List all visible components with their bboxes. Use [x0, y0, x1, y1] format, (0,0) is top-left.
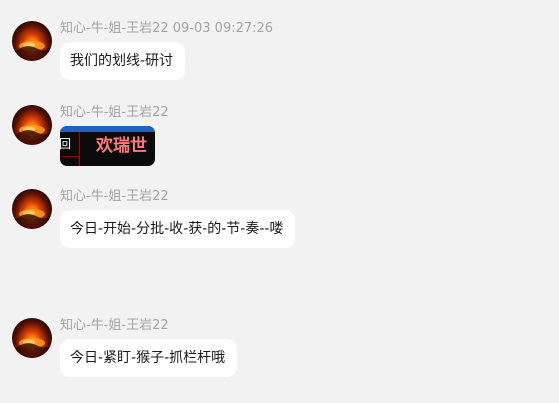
sender-avatar[interactable] [12, 189, 52, 229]
image-divider [60, 156, 80, 157]
message-text: 我们的划线-研讨 [70, 53, 174, 69]
image-divider [79, 132, 80, 166]
sender-avatar[interactable] [12, 21, 52, 61]
image-top-bar [60, 126, 155, 132]
sender-name: 知心-牛-姐-王岩22 [60, 189, 169, 204]
message-text: 今日-紧盯-猴子-抓栏杆哦 [70, 350, 226, 366]
message-bubble[interactable]: 今日-紧盯-猴子-抓栏杆哦 [60, 339, 238, 377]
sender-avatar[interactable] [12, 105, 52, 145]
message-bubble[interactable]: 我们的划线-研讨 [60, 42, 186, 80]
message-meta: 知心-牛-姐-王岩22 09-03 09:27:26 [60, 21, 273, 37]
lava-avatar-icon [16, 338, 50, 358]
message-meta: 知心-牛-姐-王岩22 [60, 318, 169, 334]
chat-window: { "messages": [ { "sender": "知心-牛-姐-王岩22… [0, 0, 559, 403]
message-timestamp: 09-03 09:27:26 [172, 21, 274, 36]
lava-avatar-icon [16, 209, 50, 229]
sender-name: 知心-牛-姐-王岩22 [60, 21, 169, 36]
message-bubble[interactable]: 今日-开始-分批-收-获-的-节-奏--喽 [60, 210, 296, 248]
image-side-text: 回 [60, 137, 72, 151]
lava-avatar-icon [16, 41, 50, 61]
lava-avatar-icon [16, 125, 50, 145]
image-message-thumbnail[interactable]: 回 欢瑞世 [60, 126, 155, 166]
message-text: 今日-开始-分批-收-获-的-节-奏--喽 [70, 221, 284, 237]
sender-avatar[interactable] [12, 318, 52, 358]
sender-name: 知心-牛-姐-王岩22 [60, 318, 169, 333]
message-meta: 知心-牛-姐-王岩22 [60, 189, 169, 205]
sender-name: 知心-牛-姐-王岩22 [60, 105, 169, 120]
message-meta: 知心-牛-姐-王岩22 [60, 105, 169, 121]
image-banner-text: 欢瑞世 [96, 136, 147, 156]
